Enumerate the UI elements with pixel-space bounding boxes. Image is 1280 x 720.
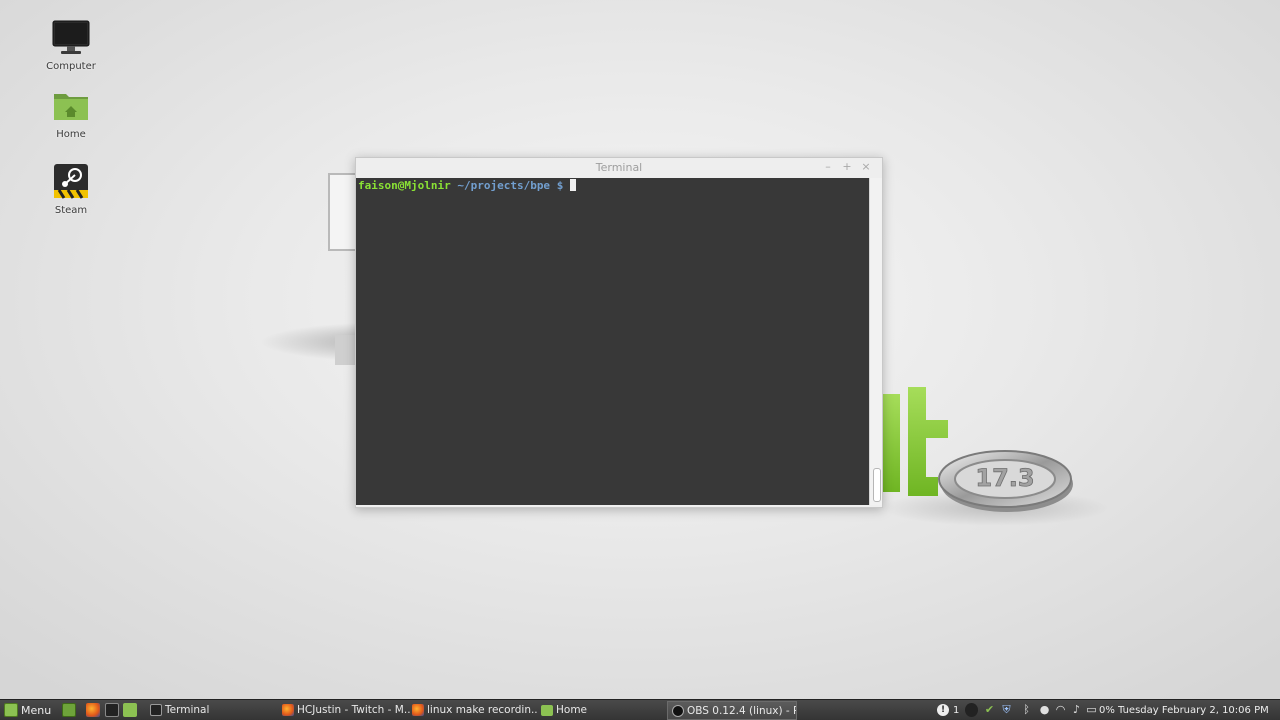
- files-icon: [123, 703, 137, 717]
- task-label: OBS 0.12.4 (linux) - P...: [687, 705, 797, 717]
- prompt-user-host: faison@Mjolnir: [358, 179, 451, 192]
- bluetooth-icon[interactable]: ᛒ: [1020, 703, 1033, 717]
- battery-percentage[interactable]: 0%: [1099, 700, 1115, 720]
- steam-tray-icon[interactable]: [965, 703, 978, 717]
- shield-icon[interactable]: ⛨: [1000, 703, 1013, 717]
- task-label: Home: [556, 704, 588, 716]
- sound-icon[interactable]: ♪: [1070, 703, 1083, 717]
- launcher-terminal[interactable]: [105, 700, 122, 720]
- window-title: Terminal: [595, 161, 643, 174]
- terminal-icon: [150, 704, 162, 716]
- menu-button[interactable]: Menu: [4, 700, 51, 720]
- terminal-icon: [105, 703, 119, 717]
- desktop-icon-steam[interactable]: Steam: [26, 162, 116, 216]
- wallpaper-frame-base: [335, 335, 357, 365]
- desktop-icon-label: Computer: [46, 61, 96, 72]
- notification-count[interactable]: 1: [953, 700, 959, 720]
- clock[interactable]: Tuesday February 2, 10:06 PM: [1118, 700, 1269, 720]
- firefox-icon: [282, 704, 294, 716]
- network-icon[interactable]: ◠: [1054, 703, 1067, 717]
- terminal-window[interactable]: Terminal – + × faison@Mjolnir ~/projects…: [355, 157, 883, 508]
- taskbar: Menu Terminal HCJustin - Twitch - M... l…: [0, 699, 1280, 720]
- task-firefox-search[interactable]: linux make recordin...: [408, 701, 538, 720]
- obs-icon: [672, 705, 684, 717]
- desktop-icon-home[interactable]: Home: [26, 86, 116, 140]
- prompt-symbol: $: [556, 179, 564, 192]
- wallpaper-frame-shape: [328, 173, 358, 251]
- terminal-output[interactable]: faison@Mjolnir ~/projects/bpe $: [356, 178, 869, 505]
- launcher-show-desktop[interactable]: [62, 700, 79, 720]
- prompt-path: ~/projects/bpe: [457, 179, 551, 192]
- user-icon[interactable]: ●: [1038, 703, 1051, 717]
- menu-label: Menu: [21, 704, 52, 717]
- task-label: HCJustin - Twitch - M...: [297, 704, 410, 716]
- window-titlebar[interactable]: Terminal – + ×: [356, 158, 882, 178]
- task-firefox-twitch[interactable]: HCJustin - Twitch - M...: [278, 701, 410, 720]
- computer-icon: [51, 18, 91, 58]
- close-button[interactable]: ×: [859, 160, 873, 174]
- terminal-scrollbar[interactable]: [869, 178, 882, 505]
- mint-menu-icon: [4, 703, 18, 717]
- task-label: linux make recordin...: [427, 704, 538, 716]
- maximize-button[interactable]: +: [840, 160, 854, 174]
- firefox-icon: [412, 704, 424, 716]
- wallpaper-version-badge: 17.3: [975, 464, 1034, 492]
- desktop-icon-label: Home: [56, 129, 86, 140]
- text-cursor: [569, 179, 576, 191]
- desktop-icon-label: Steam: [54, 205, 88, 216]
- terminal-prompt-line: faison@Mjolnir ~/projects/bpe $: [358, 179, 576, 192]
- battery-icon[interactable]: ▭: [1085, 703, 1098, 717]
- update-manager-icon[interactable]: ✔: [983, 703, 996, 717]
- desktop-icon-computer[interactable]: Computer: [26, 18, 116, 72]
- folder-icon: [541, 705, 553, 716]
- task-home-folder[interactable]: Home: [537, 701, 669, 720]
- launcher-files[interactable]: [123, 700, 140, 720]
- show-desktop-icon: [62, 703, 76, 717]
- task-obs[interactable]: OBS 0.12.4 (linux) - P...: [667, 701, 797, 720]
- task-terminal[interactable]: Terminal: [146, 701, 278, 720]
- minimize-button[interactable]: –: [821, 160, 835, 174]
- launcher-firefox[interactable]: [86, 700, 103, 720]
- firefox-icon: [86, 703, 100, 717]
- scrollbar-thumb[interactable]: [873, 468, 881, 502]
- task-label: Terminal: [165, 704, 210, 716]
- linux-mint-logo: 17.3: [883, 387, 1073, 512]
- steam-icon: [51, 162, 91, 202]
- home-folder-icon: [51, 86, 91, 126]
- info-icon[interactable]: !: [937, 704, 949, 716]
